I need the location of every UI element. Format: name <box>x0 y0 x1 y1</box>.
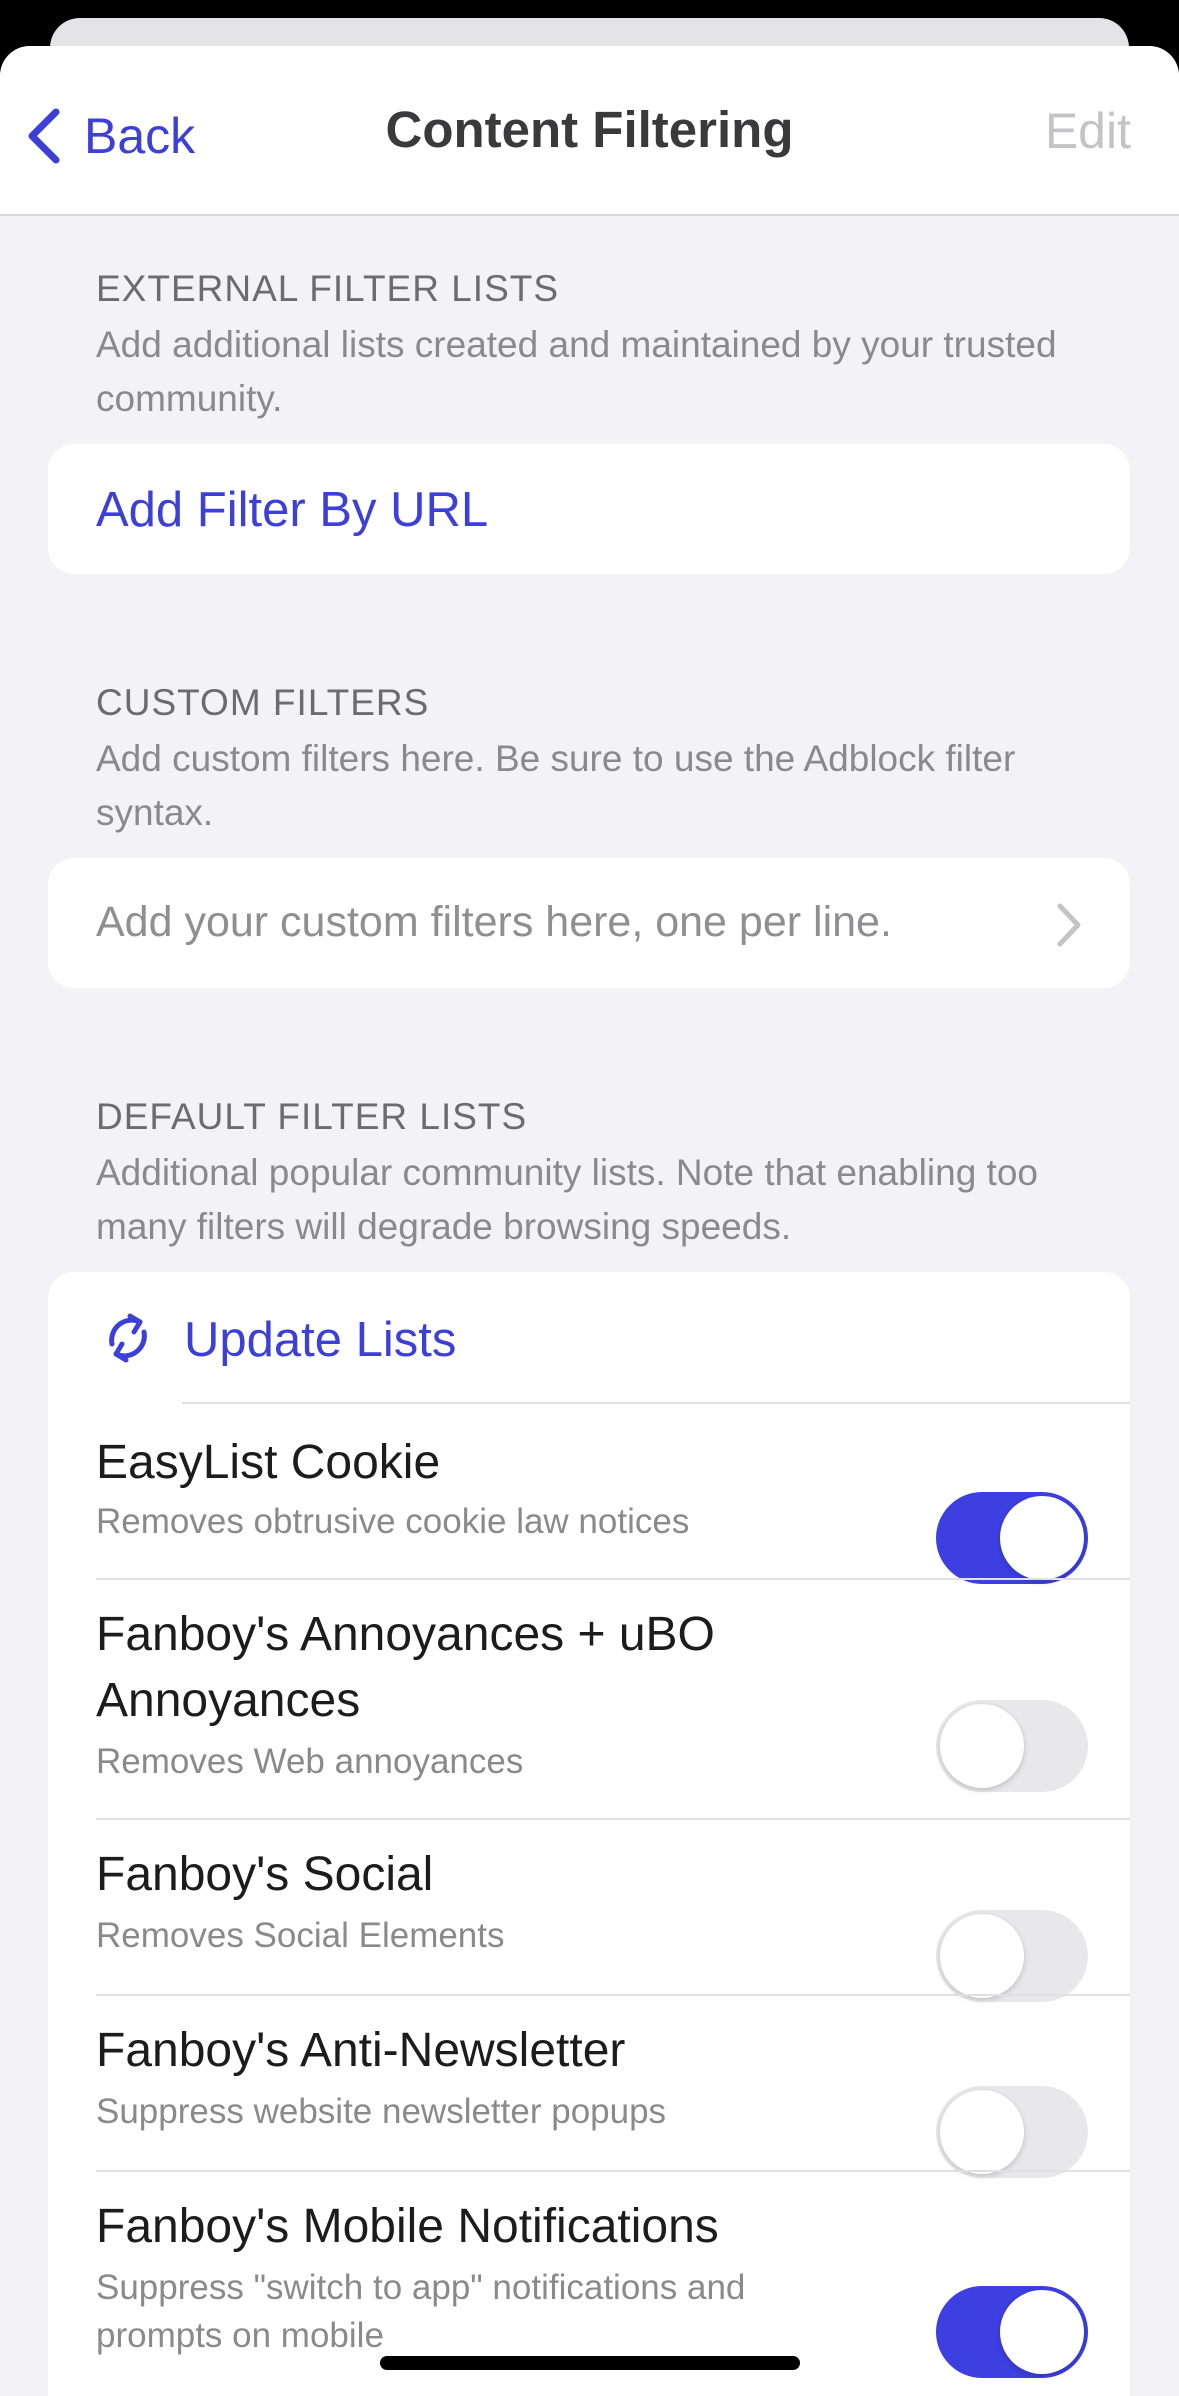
filter-list-subtitle: Removes obtrusive cookie law notices <box>96 1502 690 1541</box>
divider <box>96 2170 1130 2172</box>
filter-list-title: Fanboy's Mobile Notifications <box>96 2200 719 2253</box>
divider <box>96 1994 1130 1996</box>
home-indicator[interactable] <box>380 2356 800 2370</box>
add-filter-by-url-button[interactable]: Add Filter By URL <box>96 482 488 538</box>
divider <box>96 1578 1130 1580</box>
external-filter-lists-header: EXTERNAL FILTER LISTS <box>96 268 560 309</box>
filter-list-subtitle: Removes Social Elements <box>96 1916 505 1955</box>
easylist-cookie-toggle[interactable] <box>936 1492 1088 1584</box>
filter-list-title: Fanboy's Social <box>96 1848 434 1901</box>
filter-list-subtitle: Removes Web annoyances <box>96 1742 524 1781</box>
custom-filters-header: CUSTOM FILTERS <box>96 682 430 723</box>
filter-list-title: Fanboy's Annoyances + uBO Annoyances <box>96 1608 715 1727</box>
divider <box>96 1818 1130 1820</box>
default-filter-lists-description: Additional popular community lists. Note… <box>96 1152 1038 1247</box>
custom-filters-description: Add custom filters here. Be sure to use … <box>96 738 1016 833</box>
fanboys-social-toggle[interactable] <box>936 1910 1088 2002</box>
fanboys-annoyances-toggle[interactable] <box>936 1700 1088 1792</box>
filter-list-subtitle: Suppress website newsletter popups <box>96 2092 667 2131</box>
edit-button[interactable]: Edit <box>1045 102 1131 160</box>
add-filter-by-url-card[interactable]: Add Filter By URL <box>48 444 1130 574</box>
navigation-bar: Back Content Filtering Edit <box>0 46 1179 216</box>
page-title: Content Filtering <box>385 101 794 158</box>
custom-filters-placeholder: Add your custom filters here, one per li… <box>96 898 892 946</box>
content-filtering-sheet: Back Content Filtering Edit EXTERNAL FIL… <box>0 46 1179 2396</box>
external-filter-lists-description: Add additional lists created and maintai… <box>96 324 1057 419</box>
fanboys-mobile-notifications-toggle[interactable] <box>936 2286 1088 2378</box>
chevron-right-icon <box>1057 903 1081 947</box>
update-lists-button[interactable]: Update Lists <box>48 1272 1130 1402</box>
refresh-icon <box>109 1313 147 1363</box>
default-filter-lists-header: DEFAULT FILTER LISTS <box>96 1096 528 1137</box>
update-lists-label: Update Lists <box>184 1313 457 1367</box>
divider <box>182 1402 1130 1404</box>
filter-list-title: Fanboy's Anti-Newsletter <box>96 2024 626 2077</box>
default-filter-lists-card: Update Lists EasyList Cookie Removes obt… <box>48 1272 1130 2396</box>
custom-filters-row[interactable]: Add your custom filters here, one per li… <box>48 858 1130 988</box>
filter-list-subtitle: Suppress "switch to app" notifications a… <box>96 2268 746 2355</box>
filter-list-title: EasyList Cookie <box>96 1436 441 1489</box>
fanboys-anti-newsletter-toggle[interactable] <box>936 2086 1088 2178</box>
